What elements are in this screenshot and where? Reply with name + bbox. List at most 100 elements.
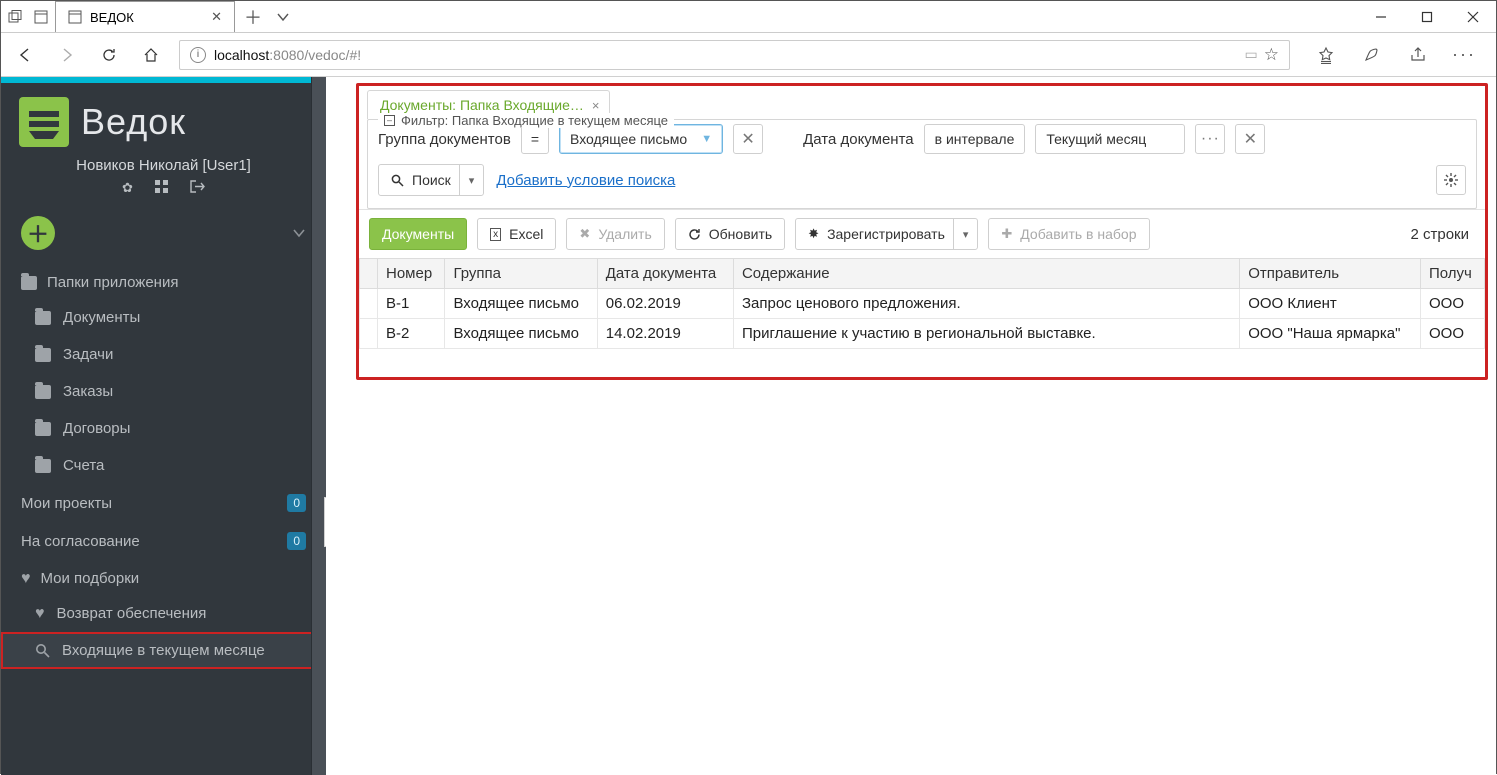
favorites-list-icon[interactable] (1312, 41, 1340, 69)
table-row[interactable]: В-2 Входящее письмо 14.02.2019 Приглашен… (360, 319, 1485, 349)
gear-icon: ✸ (808, 226, 819, 242)
sidebar-item-contracts[interactable]: Договоры (1, 410, 326, 447)
register-button[interactable]: ✸Зарегистрировать▾ (795, 218, 978, 250)
share-icon[interactable] (1404, 41, 1432, 69)
col-date[interactable]: Дата документа (597, 259, 733, 289)
logout-icon[interactable] (190, 180, 205, 196)
col-group[interactable]: Группа (445, 259, 597, 289)
sidebar-item-documents[interactable]: Документы (1, 299, 326, 336)
add-condition-link[interactable]: Добавить условие поиска (496, 172, 675, 189)
col-recipient[interactable]: Получ (1421, 259, 1485, 289)
heart-icon: ♥ (21, 571, 31, 587)
filter-date-clear[interactable]: ✕ (1235, 124, 1265, 154)
filter-group-clear[interactable]: ✕ (733, 124, 763, 154)
folder-icon (35, 459, 51, 473)
url-path: /vedoc/#! (304, 47, 361, 63)
filter-group-value[interactable]: Входящее письмо ▼ (559, 124, 723, 154)
sidebar-item-my-projects[interactable]: Мои проекты 0 (1, 484, 326, 522)
folder-icon (35, 385, 51, 399)
filter-group-label: Группа документов (378, 131, 511, 148)
table-row[interactable]: В-1 Входящее письмо 06.02.2019 Запрос це… (360, 289, 1485, 319)
sidebar-item-on-approval[interactable]: На согласование 0 (1, 522, 326, 560)
filter-group-operator[interactable]: = (521, 124, 549, 154)
search-icon (391, 174, 404, 187)
window-split-icon[interactable] (33, 9, 49, 25)
close-icon: ✖ (579, 226, 590, 242)
browser-tab[interactable]: ВЕДОК ✕ (55, 1, 235, 32)
filter-date-value[interactable]: Текущий месяц (1035, 124, 1185, 154)
more-icon[interactable]: ··· (1450, 41, 1478, 69)
sidebar-pick-inbox-month[interactable]: Входящие в текущем месяце (1, 632, 326, 669)
new-tab-icon[interactable]: ＋ (245, 9, 261, 25)
grid-handle-header (360, 259, 378, 289)
col-content[interactable]: Содержание (733, 259, 1239, 289)
excel-button[interactable]: xExcel (477, 218, 556, 250)
search-icon (35, 643, 50, 658)
filter-date-more[interactable]: ··· (1195, 124, 1225, 154)
reading-view-icon[interactable]: ▭ (1245, 46, 1258, 63)
chevron-down-icon[interactable]: ▾ (459, 165, 484, 195)
delete-button[interactable]: ✖Удалить (566, 218, 664, 250)
url-port: :8080 (269, 47, 304, 63)
filter-settings-button[interactable] (1436, 165, 1466, 195)
add-button[interactable]: ＋ (21, 216, 55, 250)
url-host: localhost (214, 47, 269, 63)
documents-grid: Номер Группа Дата документа Содержание О… (359, 258, 1485, 349)
badge: 0 (287, 532, 306, 550)
close-icon[interactable]: ✕ (211, 9, 222, 25)
refresh-icon (688, 228, 701, 241)
app-logo-icon (19, 97, 69, 147)
browser-titlebar: ВЕДОК ✕ ＋ (1, 1, 1496, 33)
grid-toolbar: Документы xExcel ✖Удалить Обновить ✸Заре… (359, 209, 1485, 258)
filter-date-label: Дата документа (803, 131, 914, 148)
chevron-down-icon[interactable]: ▾ (953, 219, 978, 249)
refresh-button[interactable] (95, 41, 123, 69)
back-button[interactable] (11, 41, 39, 69)
settings-icon[interactable]: ✿ (122, 180, 133, 196)
refresh-button[interactable]: Обновить (675, 218, 785, 250)
favorite-icon[interactable]: ☆ (1264, 45, 1279, 65)
add-menu-caret[interactable] (292, 226, 306, 240)
grid-header-row: Номер Группа Дата документа Содержание О… (360, 259, 1485, 289)
collapse-icon[interactable]: – (384, 115, 395, 126)
search-button[interactable]: Поиск ▾ (378, 164, 484, 196)
window-maximize-button[interactable] (1404, 1, 1450, 32)
info-icon[interactable]: i (190, 47, 206, 63)
window-cascade-icon[interactable] (7, 9, 23, 25)
filter-date-operator[interactable]: в интервале (924, 124, 1026, 154)
apps-icon[interactable] (155, 180, 168, 196)
sidebar-section-folders[interactable]: Папки приложения (1, 264, 326, 299)
home-button[interactable] (137, 41, 165, 69)
close-icon[interactable]: × (592, 98, 600, 113)
add-to-set-button[interactable]: ✚Добавить в набор (988, 218, 1149, 250)
sidebar-item-orders[interactable]: Заказы (1, 373, 326, 410)
current-user: Новиков Николай [User1] (1, 153, 326, 180)
sidebar: Ведок Новиков Николай [User1] ✿ ＋ Папки … (1, 77, 326, 775)
documents-button[interactable]: Документы (369, 218, 467, 250)
filter-panel: – Фильтр: Папка Входящие в текущем месяц… (367, 119, 1477, 209)
col-sender[interactable]: Отправитель (1240, 259, 1421, 289)
notes-icon[interactable] (1358, 41, 1386, 69)
forward-button[interactable] (53, 41, 81, 69)
sidebar-scrollbar[interactable] (311, 77, 326, 775)
url-input[interactable]: i localhost:8080/vedoc/#! ▭ ☆ (179, 40, 1290, 70)
sidebar-item-invoices[interactable]: Счета (1, 447, 326, 484)
col-number[interactable]: Номер (378, 259, 445, 289)
badge: 0 (287, 494, 306, 512)
browser-addressbar: i localhost:8080/vedoc/#! ▭ ☆ ··· (1, 33, 1496, 77)
window-minimize-button[interactable] (1358, 1, 1404, 32)
app-logo-text: Ведок (81, 101, 186, 143)
main-panel: Документы: Папка Входящие… × – Фильтр: П… (326, 77, 1496, 775)
folder-icon (21, 276, 37, 290)
browser-tab-title: ВЕДОК (90, 10, 134, 25)
page-icon (68, 10, 82, 24)
sidebar-pick-returns[interactable]: ♥ Возврат обеспечения (1, 595, 326, 632)
sidebar-section-picks[interactable]: ♥ Мои подборки (1, 560, 326, 595)
chevron-down-icon[interactable]: ▼ (701, 133, 712, 145)
tab-actions-icon[interactable] (275, 9, 291, 25)
sidebar-item-tasks[interactable]: Задачи (1, 336, 326, 373)
folder-icon (35, 311, 51, 325)
window-close-button[interactable] (1450, 1, 1496, 32)
excel-icon: x (490, 228, 501, 241)
folder-icon (35, 348, 51, 362)
